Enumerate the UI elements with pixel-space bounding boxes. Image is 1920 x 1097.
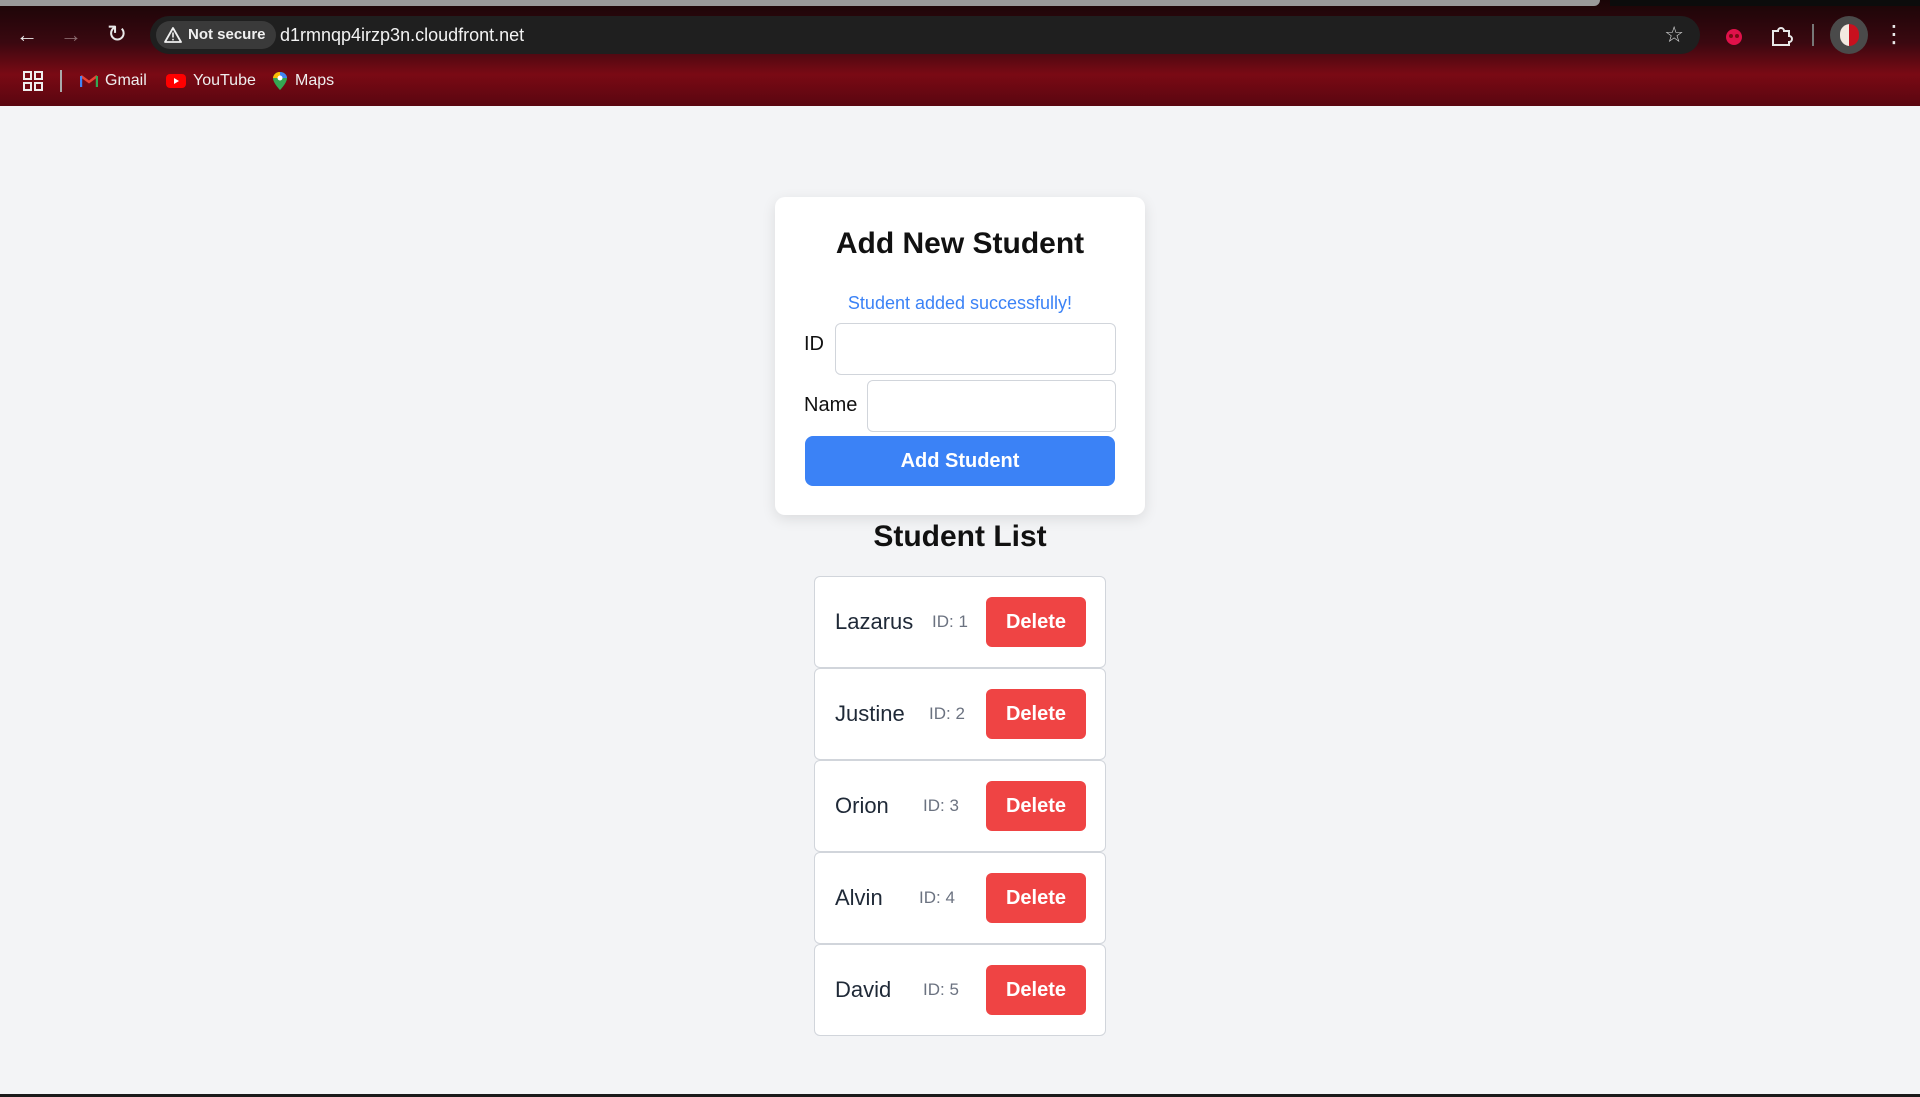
delete-button[interactable]: Delete bbox=[986, 965, 1086, 1015]
url-text[interactable]: d1rmnqp4irzp3n.cloudfront.net bbox=[280, 16, 524, 54]
warning-icon bbox=[164, 27, 182, 43]
extension-badge-icon[interactable] bbox=[1720, 21, 1748, 49]
student-row: Justine ID: 2 Delete bbox=[814, 668, 1106, 760]
bookmark-separator bbox=[60, 70, 62, 92]
browser-toolbar: ← → ↻ Not secure d1rmnqp4irzp3n.cloudfro… bbox=[0, 0, 1920, 106]
profile-avatar[interactable] bbox=[1830, 16, 1868, 54]
student-id: ID: 5 bbox=[923, 980, 959, 999]
name-label: Name bbox=[804, 394, 858, 416]
student-id: ID: 2 bbox=[929, 704, 965, 723]
student-name: Lazarus bbox=[835, 609, 914, 634]
reload-icon[interactable]: ↻ bbox=[102, 20, 132, 50]
delete-button[interactable]: Delete bbox=[986, 597, 1086, 647]
bookmark-gmail[interactable]: Gmail bbox=[80, 68, 147, 94]
student-row: Orion ID: 3 Delete bbox=[814, 760, 1106, 852]
id-input[interactable] bbox=[835, 323, 1116, 375]
address-bar[interactable]: Not secure d1rmnqp4irzp3n.cloudfront.net… bbox=[150, 16, 1700, 54]
back-icon[interactable]: ← bbox=[12, 20, 42, 50]
security-label: Not secure bbox=[188, 26, 266, 43]
bookmark-label: YouTube bbox=[193, 72, 256, 89]
toolbar-separator bbox=[1812, 24, 1814, 46]
maps-icon bbox=[273, 72, 287, 90]
bookmark-youtube[interactable]: YouTube bbox=[166, 68, 256, 94]
student-id: ID: 4 bbox=[919, 888, 955, 907]
youtube-icon bbox=[166, 74, 186, 88]
tab-strip bbox=[0, 0, 1600, 6]
delete-button[interactable]: Delete bbox=[986, 781, 1086, 831]
student-name: Orion bbox=[835, 793, 889, 818]
bookmark-star-icon[interactable]: ☆ bbox=[1664, 16, 1684, 54]
add-student-button[interactable]: Add Student bbox=[805, 436, 1115, 486]
tab-strip-right bbox=[1610, 0, 1920, 6]
status-message: Student added successfully! bbox=[847, 293, 1073, 313]
extensions-puzzle-icon[interactable] bbox=[1767, 21, 1795, 49]
page-content: Add New Student Student added successful… bbox=[0, 106, 1920, 1097]
student-row: David ID: 5 Delete bbox=[814, 944, 1106, 1036]
more-menu-icon[interactable]: ⋮ bbox=[1882, 20, 1906, 50]
bookmark-maps[interactable]: Maps bbox=[272, 68, 334, 94]
student-id: ID: 1 bbox=[932, 612, 968, 631]
id-label: ID bbox=[804, 333, 824, 355]
bookmark-label: Maps bbox=[295, 72, 335, 89]
add-student-card: Add New Student Student added successful… bbox=[775, 197, 1145, 515]
apps-grid-icon[interactable] bbox=[22, 70, 44, 92]
delete-button[interactable]: Delete bbox=[986, 689, 1086, 739]
student-name: David bbox=[835, 977, 892, 1002]
student-name: Alvin bbox=[835, 885, 883, 910]
bookmark-label: Gmail bbox=[105, 72, 147, 89]
student-id: ID: 3 bbox=[923, 796, 959, 815]
delete-button[interactable]: Delete bbox=[986, 873, 1086, 923]
forward-icon[interactable]: → bbox=[56, 20, 86, 50]
student-list-title: Student List bbox=[873, 520, 1047, 553]
form-title: Add New Student bbox=[835, 227, 1085, 260]
student-name: Justine bbox=[835, 701, 905, 726]
student-row: Lazarus ID: 1 Delete bbox=[814, 576, 1106, 668]
name-input[interactable] bbox=[867, 380, 1116, 432]
security-chip[interactable]: Not secure bbox=[156, 21, 276, 49]
student-row: Alvin ID: 4 Delete bbox=[814, 852, 1106, 944]
gmail-icon bbox=[80, 75, 98, 87]
